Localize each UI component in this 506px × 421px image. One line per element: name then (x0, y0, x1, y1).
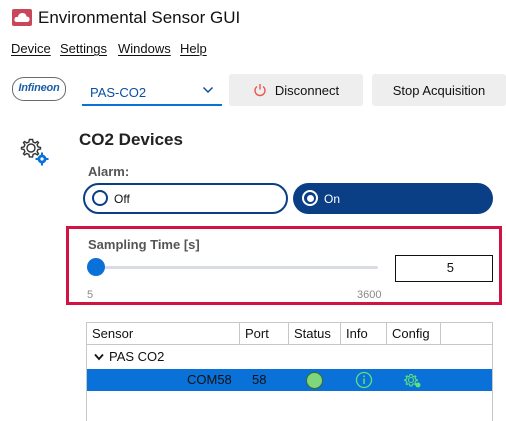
title-bar: Environmental Sensor GUI (0, 0, 506, 36)
toolbar: Infineon PAS-CO2 Disconnect Stop Acquisi… (0, 70, 506, 110)
window-title: Environmental Sensor GUI (38, 8, 241, 27)
menu-bar: Device Settings Windows Help (0, 36, 506, 60)
slider-min-label: 5 (87, 289, 94, 301)
alarm-label: Alarm: (88, 164, 130, 179)
column-header-status[interactable]: Status (289, 323, 341, 345)
disconnect-label: Disconnect (274, 82, 340, 98)
sampling-slider-track[interactable] (96, 266, 378, 269)
device-select[interactable]: PAS-CO2 (82, 76, 222, 106)
sampling-time-input[interactable]: 5 (395, 255, 493, 282)
settings-gear-icon[interactable] (20, 137, 50, 167)
infineon-logo: Infineon (12, 77, 66, 101)
chevron-down-icon[interactable] (94, 353, 104, 361)
menu-settings[interactable]: Settings (60, 41, 107, 56)
slider-max-label: 3600 (357, 289, 382, 301)
alarm-off-option[interactable]: Off (83, 183, 288, 214)
stop-acquisition-button[interactable]: Stop Acquisition (372, 74, 506, 106)
disconnect-button[interactable]: Disconnect (229, 74, 363, 106)
cell-sensor: COM58 (187, 372, 232, 387)
table-header: Sensor Port Status Info Config (87, 323, 492, 345)
status-indicator (306, 372, 323, 389)
column-header-sensor[interactable]: Sensor (87, 323, 240, 345)
menu-help[interactable]: Help (180, 41, 207, 56)
config-gear-icon[interactable] (404, 373, 422, 389)
table-row[interactable]: COM58 58 (87, 369, 492, 391)
sampling-time-label: Sampling Time [s] (88, 237, 200, 252)
sampling-slider-thumb[interactable] (87, 258, 105, 276)
power-icon (254, 84, 266, 97)
column-header-info[interactable]: Info (341, 323, 387, 345)
device-select-value: PAS-CO2 (90, 85, 147, 100)
chevron-down-icon (202, 86, 214, 94)
info-icon[interactable] (355, 371, 373, 389)
section-title: CO2 Devices (79, 130, 183, 149)
alarm-on-radio (302, 190, 318, 206)
column-header-config[interactable]: Config (387, 323, 441, 345)
menu-device[interactable]: Device (11, 41, 51, 56)
cell-port: 58 (252, 372, 267, 387)
menu-windows[interactable]: Windows (118, 41, 171, 56)
sensor-table: Sensor Port Status Info Config PAS CO2 C… (86, 322, 493, 421)
column-header-port[interactable]: Port (240, 323, 289, 345)
alarm-off-radio (92, 190, 108, 206)
alarm-on-option[interactable]: On (293, 183, 493, 214)
alarm-on-label: On (324, 192, 341, 206)
app-cloud-icon (12, 9, 32, 26)
alarm-off-label: Off (114, 192, 130, 206)
tree-group-row[interactable]: PAS CO2 (87, 346, 492, 368)
tree-group-label: PAS CO2 (109, 349, 165, 364)
stop-acquisition-label: Stop Acquisition (392, 82, 486, 98)
